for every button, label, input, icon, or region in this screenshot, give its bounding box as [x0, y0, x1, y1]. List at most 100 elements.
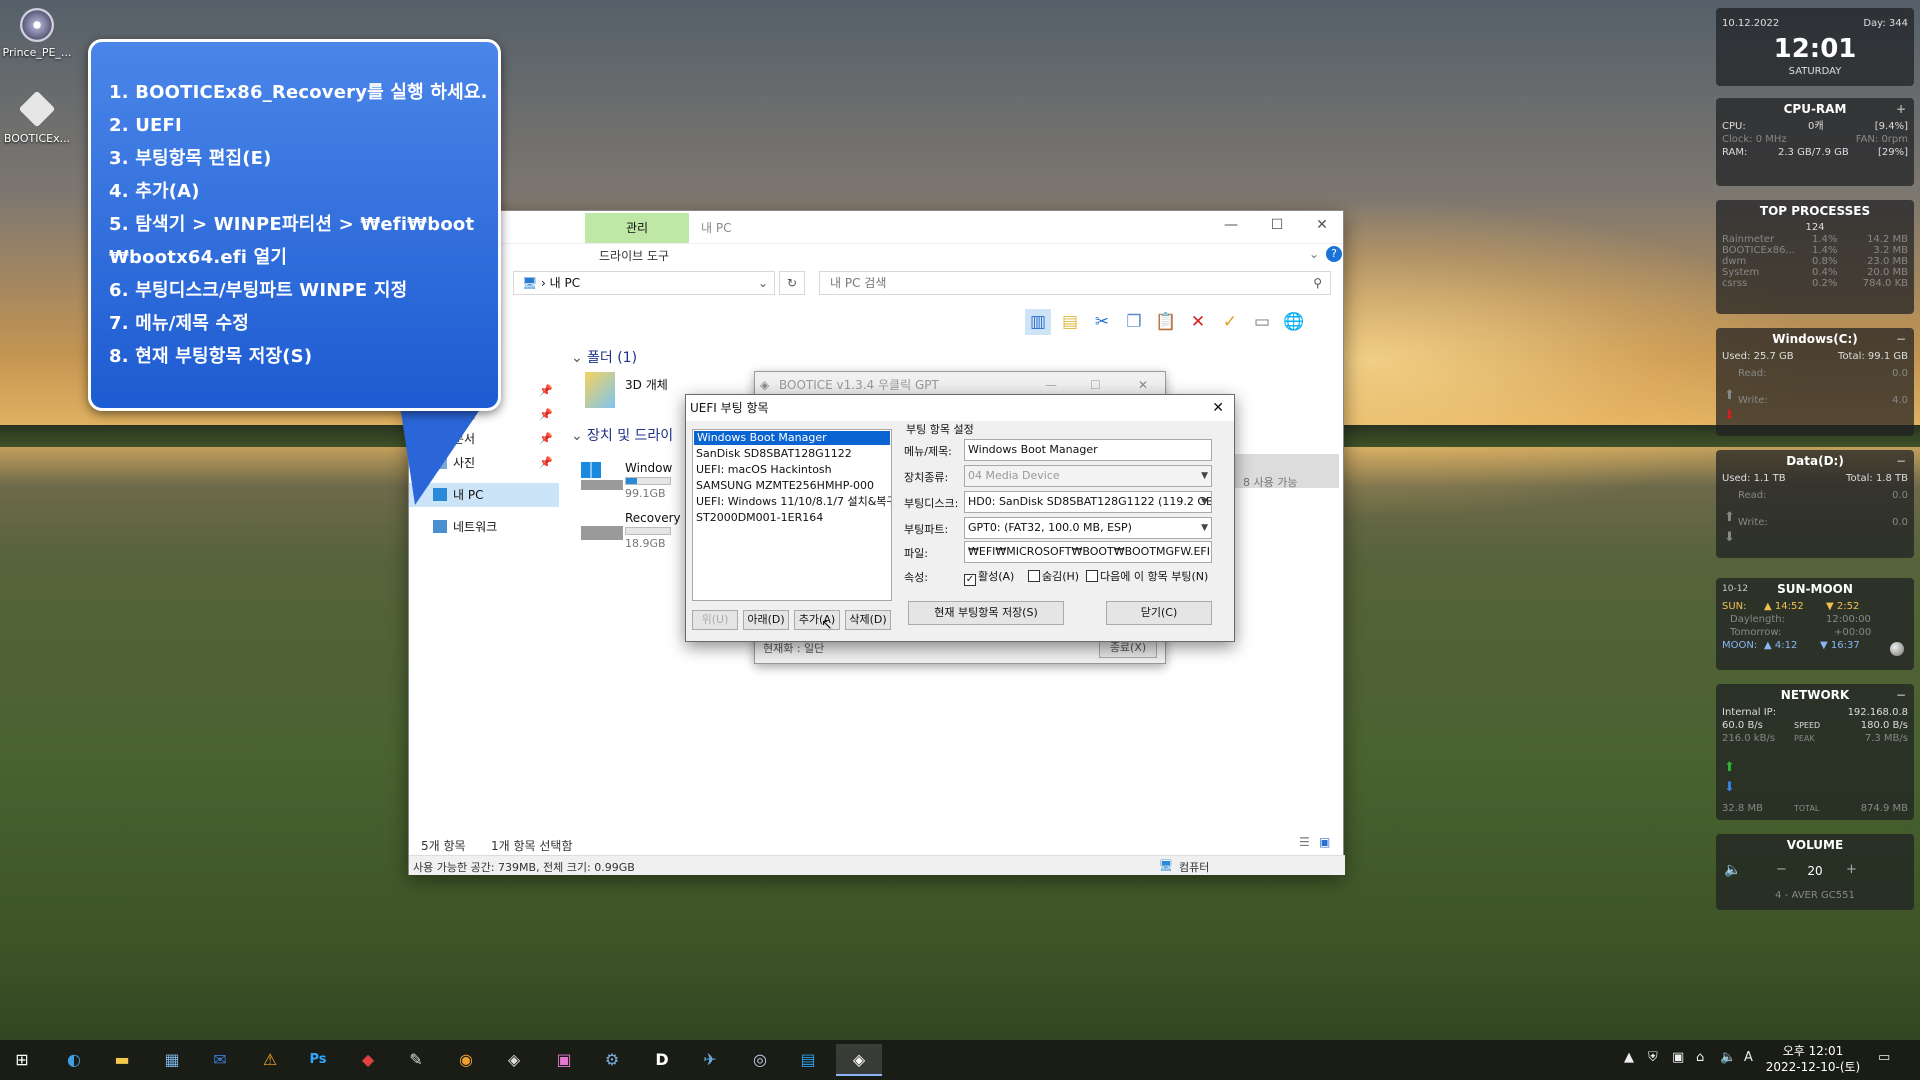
device-type-row: 장치종류: 04 Media Device ▼ [904, 465, 1230, 487]
selected-drive-highlight[interactable]: 8 사용 가능 [1235, 454, 1339, 489]
add-button[interactable]: 추가(A) [794, 610, 840, 630]
rename-icon[interactable]: ▭ [1249, 309, 1275, 335]
delete-button[interactable]: 삭제(D) [845, 610, 891, 630]
edge-icon[interactable]: ◐ [56, 1044, 92, 1076]
list-item[interactable]: ST2000DM001-1ER164 [693, 510, 891, 526]
shield-icon[interactable]: ⛨ [1648, 1050, 1658, 1065]
process-cpu: 0.4% [1812, 267, 1838, 278]
toolbar: ▥ ▤ ✂ ❐ 📋 ✕ ✓ ▭ 🌐 [1025, 309, 1307, 337]
taskbar-clock[interactable]: 오후 12:01 2022-12-10-(토) [1765, 1043, 1861, 1075]
paste-icon[interactable]: 📋 [1153, 309, 1179, 335]
write-value: 0.0 [1892, 517, 1908, 528]
details-view-icon[interactable]: ☰ [1299, 835, 1310, 849]
list-item[interactable]: UEFI: macOS Hackintosh [693, 462, 891, 478]
cut-icon[interactable]: ✂ [1089, 309, 1115, 335]
pane-icon[interactable]: ▥ [1025, 309, 1051, 335]
ime-indicator[interactable]: A [1744, 1050, 1753, 1065]
file-explorer-icon[interactable]: ▬ [104, 1044, 140, 1076]
close-button[interactable]: ✕ [1307, 217, 1337, 233]
save-entry-button[interactable]: 현재 부팅항목 저장(S) [908, 601, 1064, 625]
ribbon-expand-icon[interactable]: ⌄ [1309, 247, 1319, 261]
volume-up-button[interactable]: + [1846, 862, 1857, 877]
app-icon[interactable]: ◆ [350, 1044, 386, 1076]
app-icon[interactable]: D [644, 1044, 680, 1076]
photoshop-icon[interactable]: Ps [300, 1044, 336, 1076]
app-icon[interactable]: ⚙ [594, 1044, 630, 1076]
minimize-button[interactable]: — [1216, 217, 1246, 233]
move-up-button[interactable]: 위(U) [692, 610, 738, 630]
dialog-title: UEFI 부팅 항목 [690, 401, 769, 415]
app-icon[interactable]: ▤ [790, 1044, 826, 1076]
address-bar[interactable]: 🖥 › 내 PC ⌄ [513, 271, 775, 295]
desktop-icon-bootice[interactable]: BOOTICEx... [0, 90, 74, 145]
help-icon[interactable]: ? [1326, 246, 1342, 262]
audio-device: 4 - AVER GC551 [1775, 890, 1855, 901]
move-down-button[interactable]: 아래(D) [743, 610, 789, 630]
sun-label: SUN: [1722, 601, 1747, 612]
process-mem: 20.0 MB [1867, 267, 1908, 278]
drive-usage-bar [625, 477, 671, 485]
collapse-icon[interactable]: − [1896, 450, 1906, 472]
check-icon[interactable]: ✓ [1217, 309, 1243, 335]
list-item[interactable]: SanDisk SD8SBAT128G1122 [693, 446, 891, 462]
desktop-icon-prince-pe[interactable]: Prince_PE_... [0, 8, 74, 59]
next-boot-checkbox[interactable]: 다음에 이 항목 부팅(N) [1086, 568, 1208, 584]
settings-group-label: 부팅 항목 설정 [904, 421, 976, 437]
close-button[interactable]: ✕ [1212, 395, 1224, 421]
app-icon[interactable]: ▣ [546, 1044, 582, 1076]
file-path-input[interactable]: ₩EFI₩MICROSOFT₩BOOT₩BOOTMGFW.EFI [964, 541, 1212, 563]
tab-manage[interactable]: 관리 [585, 213, 689, 243]
close-dialog-button[interactable]: 닫기(C) [1106, 601, 1212, 625]
active-checkbox[interactable]: ✓ 활성(A) [964, 568, 1014, 586]
copy-icon[interactable]: ❐ [1121, 309, 1147, 335]
search-input[interactable]: 내 PC 검색 ⚲ [819, 271, 1331, 295]
maximize-button[interactable]: ☐ [1262, 217, 1292, 233]
collapse-icon[interactable]: − [1896, 328, 1906, 350]
network-icon[interactable]: ⌂ [1696, 1050, 1704, 1065]
bootice-active-icon[interactable]: ◈ [836, 1044, 882, 1076]
delete-icon[interactable]: ✕ [1185, 309, 1211, 335]
start-button[interactable]: ⊞ [4, 1044, 40, 1076]
pin-icon: 📌 [539, 384, 553, 397]
boot-partition-select[interactable]: GPT0: (FAT32, 100.0 MB, ESP) ▼ [964, 517, 1212, 539]
list-item[interactable]: UEFI: Windows 11/10/8.1/7 설치&복구 [693, 494, 891, 510]
volume-icon[interactable]: 🔈 [1720, 1050, 1736, 1065]
tray-icon[interactable]: ▲ [1624, 1050, 1634, 1065]
store-icon[interactable]: ▦ [154, 1044, 190, 1076]
tiles-view-icon[interactable]: ▣ [1319, 835, 1330, 849]
daylength-row: Daylength: 12:00:00 [1716, 613, 1914, 626]
list-item[interactable]: SAMSUNG MZMTE256HMHP-000 [693, 478, 891, 494]
app-icon[interactable]: ◉ [448, 1044, 484, 1076]
device-type-select[interactable]: 04 Media Device ▼ [964, 465, 1212, 487]
menu-title-input[interactable]: Windows Boot Manager [964, 439, 1212, 461]
folder-3d-objects[interactable]: 3D 개체 [625, 376, 668, 393]
tomorrow-label: Tomorrow: [1730, 627, 1782, 638]
ip-value: 192.168.0.8 [1847, 707, 1908, 718]
process-list: Rainmeter 1.4% 14.2 MB BOOTICEx86... 1.4% 3.2… [1716, 234, 1914, 289]
boot-disk-row: 부팅디스크: HD0: SanDisk SD8SBAT128G1122 (119… [904, 491, 1230, 513]
notification-icon[interactable]: ▭ [1878, 1050, 1890, 1065]
refresh-button[interactable]: ↻ [779, 271, 805, 295]
mail-icon[interactable]: ✉ [202, 1044, 238, 1076]
list-item[interactable]: Windows Boot Manager [694, 431, 890, 445]
bootice-taskbar-icon[interactable]: ◈ [496, 1044, 532, 1076]
address-text: 내 PC [549, 276, 581, 290]
app-icon[interactable]: ✈ [692, 1044, 728, 1076]
sidebar-item-network[interactable]: 네트워크 [409, 515, 559, 539]
app-icon[interactable]: ⚠ [252, 1044, 288, 1076]
boot-entry-list[interactable]: Windows Boot Manager SanDisk SD8SBAT128G… [692, 429, 892, 601]
new-folder-icon[interactable]: ▤ [1057, 309, 1083, 335]
collapse-icon[interactable]: − [1896, 684, 1906, 706]
cpu-ram-widget: CPU-RAM + CPU: 0캐 [9.4%] Clock: 0 MHz FAN: 0… [1716, 98, 1914, 186]
globe-icon[interactable]: 🌐 [1281, 309, 1307, 335]
bootice-footer-text: 현재화 : 일단 [763, 642, 825, 655]
chevron-down-icon[interactable]: ⌄ [758, 272, 768, 294]
expand-icon[interactable]: + [1896, 98, 1906, 120]
hidden-checkbox[interactable]: 숨김(H) [1028, 568, 1079, 584]
disc-icon[interactable]: ◎ [742, 1044, 778, 1076]
app-icon[interactable]: ✎ [398, 1044, 434, 1076]
ribbon-tab-drive-tools[interactable]: 드라이브 도구 [599, 247, 669, 264]
boot-disk-select[interactable]: HD0: SanDisk SD8SBAT128G1122 (119.2 GB, … [964, 491, 1212, 513]
group-folders[interactable]: ⌄ 폴더 (1) [569, 346, 1339, 370]
tray-icon[interactable]: ▣ [1672, 1050, 1684, 1065]
